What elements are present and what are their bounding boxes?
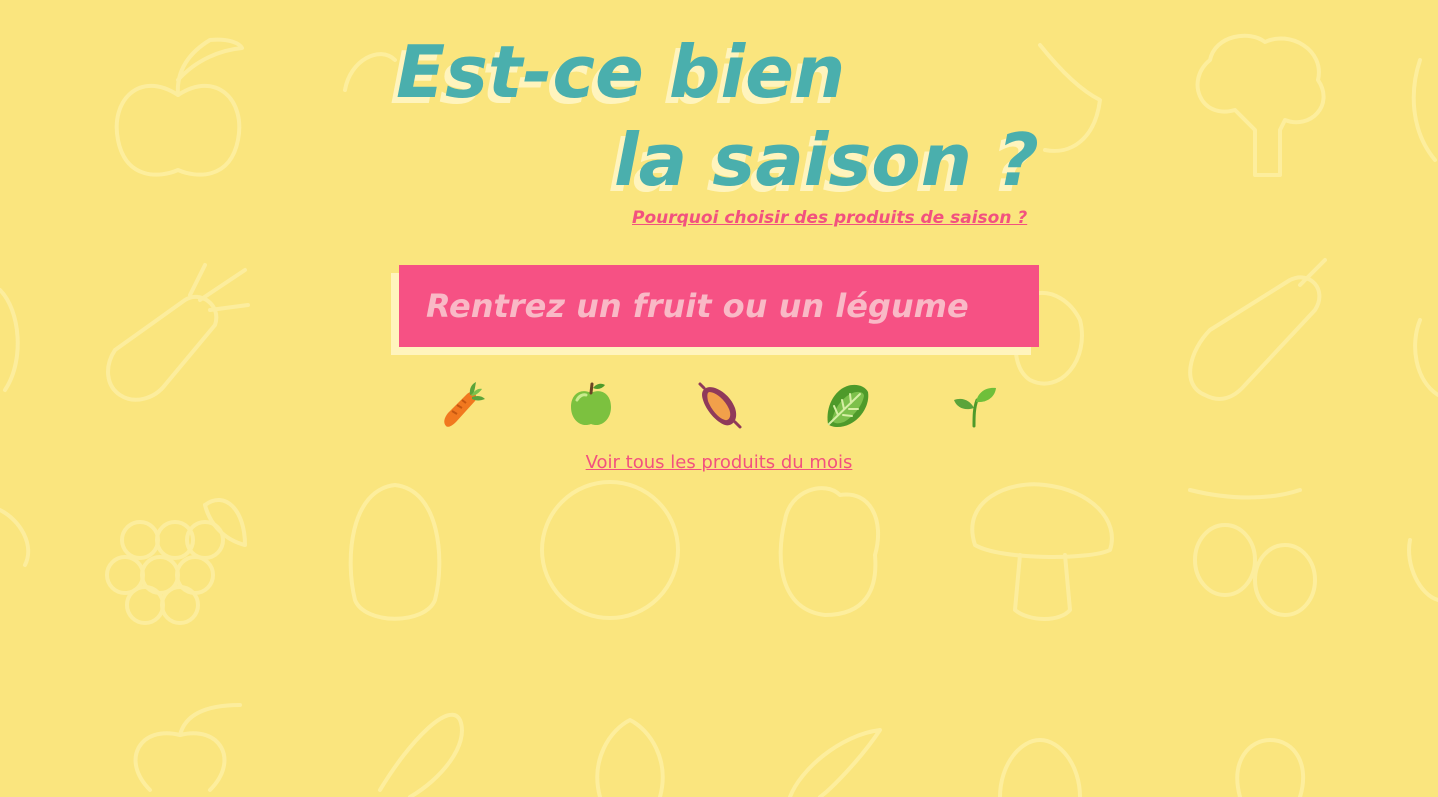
carrot-icon[interactable]	[436, 378, 490, 432]
suggestion-row	[399, 378, 1039, 432]
all-products-link[interactable]: Voir tous les produits du mois	[0, 452, 1438, 473]
sweet-potato-icon[interactable]	[692, 378, 746, 432]
page-title-line-2: la saison ?	[614, 118, 1039, 202]
search-box[interactable]	[399, 265, 1039, 347]
green-apple-icon[interactable]	[564, 378, 618, 432]
why-seasonal-link[interactable]: Pourquoi choisir des produits de saison …	[632, 208, 1027, 228]
leafy-green-icon[interactable]	[820, 378, 874, 432]
search-input[interactable]	[399, 265, 1039, 347]
seedling-icon[interactable]	[948, 378, 1002, 432]
page-title-line-1: Est-ce bien	[396, 30, 846, 114]
